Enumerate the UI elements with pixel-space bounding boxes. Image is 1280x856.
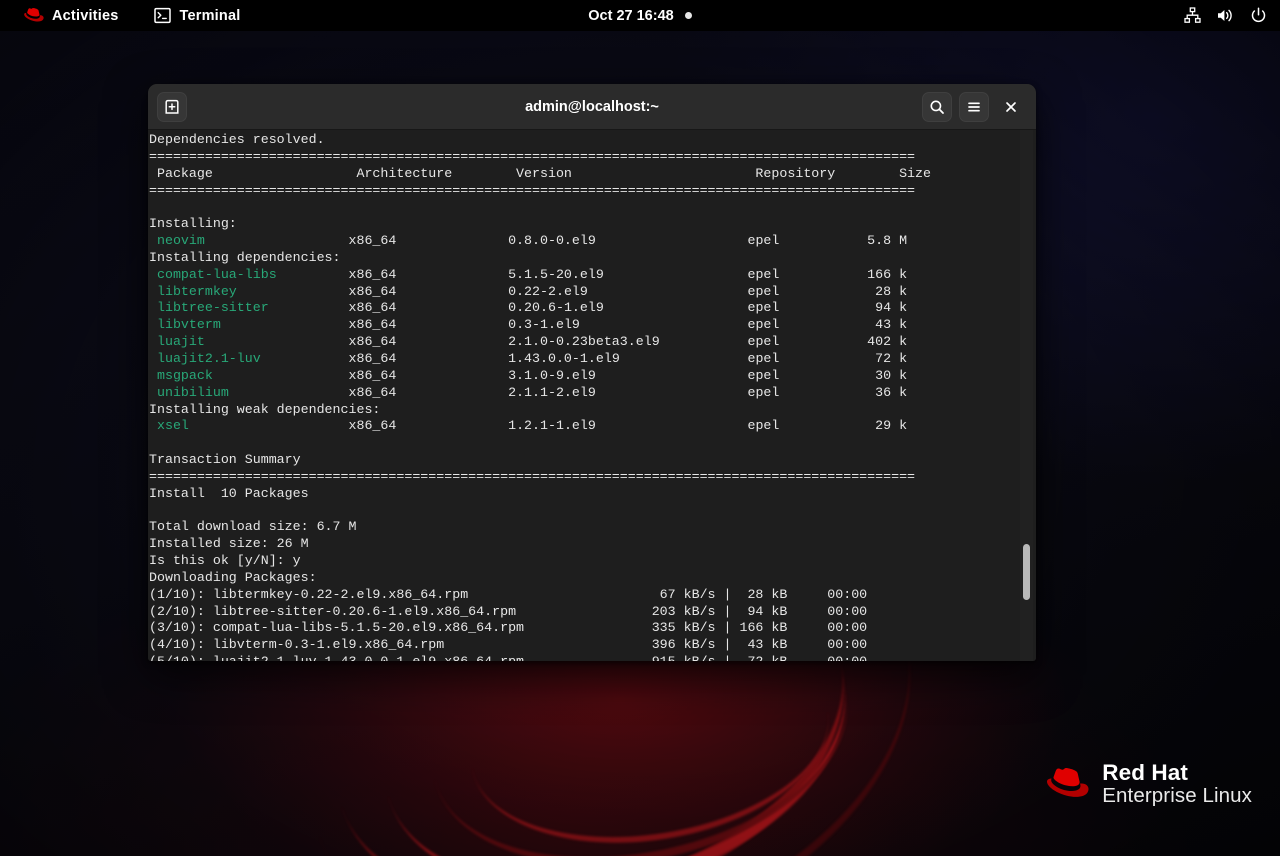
terminal-line: (4/10): libvterm-0.3-1.el9.x86_64.rpm 39… <box>149 637 868 653</box>
package-details: x86_64 3.1.0-9.el9 epel 30 k <box>212 367 908 383</box>
package-details: x86_64 1.43.0.0-1.el9 epel 72 k <box>260 350 908 366</box>
menu-button[interactable] <box>959 91 989 122</box>
new-tab-icon <box>165 99 179 114</box>
package-details: x86_64 1.2.1-1.el9 epel 29 k <box>188 418 908 434</box>
terminal-line: xsel x86_64 1.2.1-1.el9 epel 29 k <box>149 418 931 435</box>
terminal-line: Installing dependencies: <box>149 249 341 265</box>
network-icon <box>1183 7 1201 25</box>
terminal-line: (2/10): libtree-sitter-0.20.6-1.el9.x86_… <box>149 603 868 619</box>
watermark-line-2: Enterprise Linux <box>1102 784 1252 808</box>
package-name: libvterm <box>149 317 221 333</box>
terminal-line: unibilium x86_64 2.1.1-2.el9 epel 36 k <box>149 385 931 402</box>
package-name: unibilium <box>149 384 229 400</box>
package-details: x86_64 0.8.0-0.el9 epel 5.8 M <box>204 233 908 249</box>
close-icon <box>1006 101 1016 112</box>
watermark-line-1: Red Hat <box>1102 759 1188 785</box>
window-title: admin@localhost:~ <box>525 98 659 115</box>
terminal-icon <box>154 7 172 24</box>
terminal-line: (1/10): libtermkey-0.22-2.el9.x86_64.rpm… <box>149 586 868 602</box>
terminal-line: Installing weak dependencies: <box>149 401 381 417</box>
terminal-line: Total download size: 6.7 M <box>149 519 357 535</box>
activities-button[interactable]: Activities <box>14 0 128 31</box>
new-tab-button[interactable] <box>157 91 187 122</box>
terminal-line: libvterm x86_64 0.3-1.el9 epel 43 k <box>149 317 931 334</box>
terminal-line: msgpack x86_64 3.1.0-9.el9 epel 30 k <box>149 368 931 385</box>
package-name: libtermkey <box>149 283 237 299</box>
terminal-output-area[interactable]: Dependencies resolved. ==================… <box>148 130 1036 661</box>
package-details: x86_64 2.1.0-0.23beta3.el9 epel 402 k <box>204 334 908 350</box>
activities-label: Activities <box>52 7 119 24</box>
terminal-scrollbar[interactable] <box>1020 130 1033 661</box>
package-name: compat-lua-libs <box>149 266 277 282</box>
terminal-line: compat-lua-libs x86_64 5.1.5-20.el9 epel… <box>149 267 931 284</box>
window-titlebar[interactable]: admin@localhost:~ <box>148 84 1036 130</box>
terminal-line: libtree-sitter x86_64 0.20.6-1.el9 epel … <box>149 300 931 317</box>
system-tray[interactable] <box>1183 0 1267 31</box>
search-button[interactable] <box>922 91 952 122</box>
package-details: x86_64 0.3-1.el9 epel 43 k <box>220 317 908 333</box>
package-details: x86_64 0.20.6-1.el9 epel 94 k <box>268 300 908 316</box>
terminal-line: ========================================… <box>149 468 916 484</box>
terminal-line: Package Architecture Version Repository … <box>149 165 931 181</box>
terminal-line: (3/10): compat-lua-libs-5.1.5-20.el9.x86… <box>149 620 868 636</box>
package-name: msgpack <box>149 367 213 383</box>
terminal-line: Installing: <box>149 216 237 232</box>
package-name: luajit <box>149 334 205 350</box>
redhat-fedora-icon <box>1047 767 1089 797</box>
hamburger-menu-icon <box>968 101 980 112</box>
package-details: x86_64 2.1.1-2.el9 epel 36 k <box>228 384 908 400</box>
terminal-line: Downloading Packages: <box>149 569 317 585</box>
clock-label: Oct 27 16:48 <box>588 7 674 24</box>
terminal-line: neovim x86_64 0.8.0-0.el9 epel 5.8 M <box>149 233 931 250</box>
app-menu-label: Terminal <box>179 7 241 24</box>
app-menu-button[interactable]: Terminal <box>144 0 250 31</box>
package-name: neovim <box>149 233 205 249</box>
terminal-line: ========================================… <box>149 182 916 198</box>
package-name: libtree-sitter <box>149 300 269 316</box>
terminal-line: (5/10): luajit2.1-luv-1.43.0.0-1.el9.x86… <box>149 654 931 661</box>
scrollbar-thumb[interactable] <box>1023 544 1030 600</box>
terminal-line: luajit2.1-luv x86_64 1.43.0.0-1.el9 epel… <box>149 351 931 368</box>
terminal-text: Dependencies resolved. ==================… <box>148 130 931 661</box>
package-details: x86_64 0.22-2.el9 epel 28 k <box>236 283 908 299</box>
terminal-line: luajit x86_64 2.1.0-0.23beta3.el9 epel 4… <box>149 334 931 351</box>
search-icon <box>930 100 944 114</box>
terminal-line: Dependencies resolved. <box>149 132 325 147</box>
gnome-top-bar: Activities Terminal Oct 27 16:48 <box>0 0 1280 31</box>
terminal-line: Installed size: 26 M <box>149 536 309 552</box>
terminal-line: Is this ok [y/N]: y <box>149 553 301 569</box>
terminal-line: Transaction Summary <box>149 452 301 468</box>
terminal-line: libtermkey x86_64 0.22-2.el9 epel 28 k <box>149 284 931 301</box>
package-name: xsel <box>149 418 189 434</box>
notification-dot-icon <box>684 12 692 19</box>
package-name: luajit2.1-luv <box>149 350 261 366</box>
power-icon <box>1249 7 1267 25</box>
terminal-window[interactable]: admin@localhost:~ Dependencies resolved.… <box>148 84 1036 661</box>
rhel-watermark: Red Hat Enterprise Linux <box>1047 760 1252 808</box>
terminal-line: Install 10 Packages <box>149 485 309 501</box>
volume-icon <box>1216 7 1234 25</box>
terminal-line: ========================================… <box>149 148 916 164</box>
redhat-fedora-icon <box>24 8 44 22</box>
close-button[interactable] <box>996 92 1026 122</box>
package-details: x86_64 5.1.5-20.el9 epel 166 k <box>276 266 908 282</box>
